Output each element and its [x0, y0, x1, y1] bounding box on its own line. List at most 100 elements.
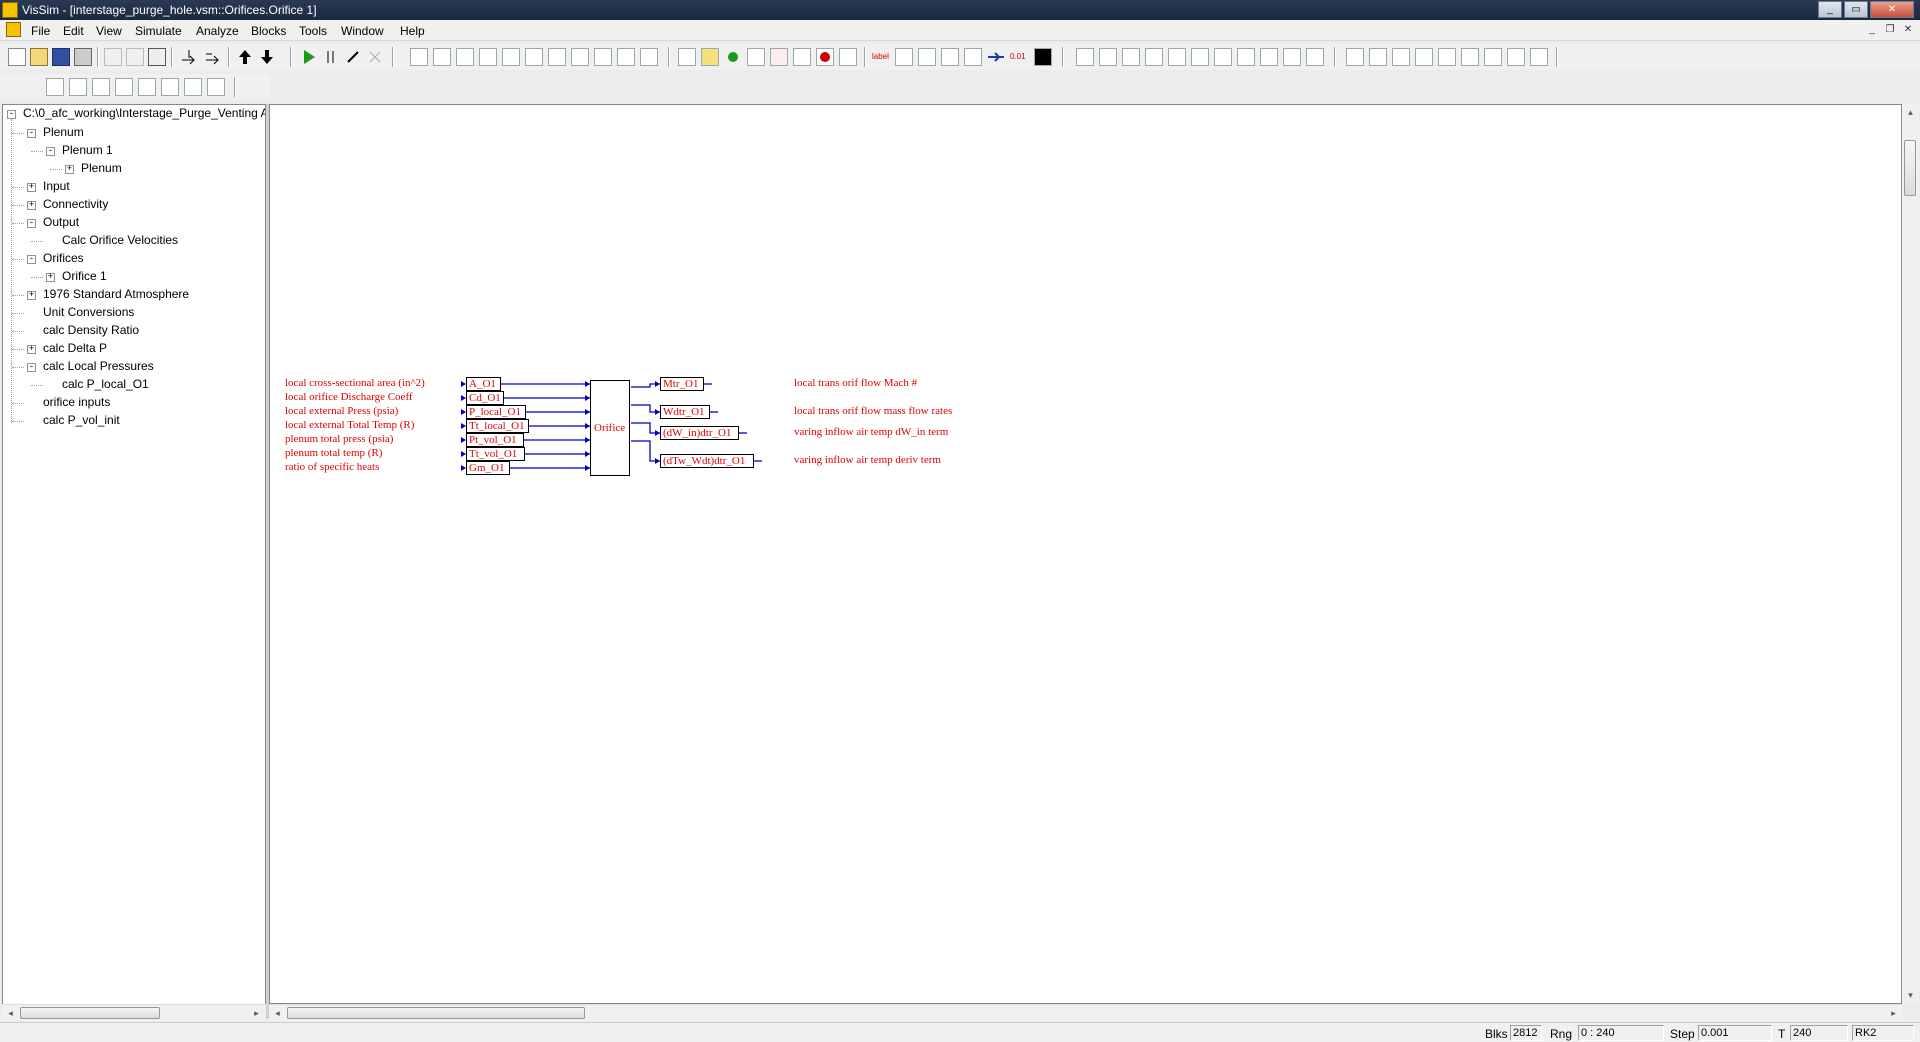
output-variable-block[interactable]: Wdtr_O1 — [660, 405, 710, 419]
tree-root-collapse-icon[interactable]: - — [7, 110, 16, 119]
tree-item[interactable]: Orifice 1 — [62, 269, 107, 287]
tree-item[interactable]: Input — [43, 179, 70, 197]
scroll-left-icon[interactable]: ◂ — [2, 1005, 19, 1022]
tree-expand-icon[interactable]: + — [27, 201, 36, 210]
menu-file[interactable]: File — [31, 24, 50, 38]
menu-tools[interactable]: Tools — [299, 24, 327, 38]
grid-tool-icon[interactable] — [793, 48, 811, 66]
menu-edit[interactable]: Edit — [63, 24, 84, 38]
tree-item[interactable]: calc P_local_O1 — [62, 377, 149, 395]
arith-tool-1-icon[interactable] — [1076, 48, 1094, 66]
matrix-tool-1-icon[interactable] — [46, 78, 64, 96]
input-variable-block[interactable]: Pt_vol_O1 — [466, 433, 524, 447]
arith-tool-5-icon[interactable] — [1168, 48, 1186, 66]
input-comment-label[interactable]: local orifice Discharge Coeff — [285, 391, 413, 403]
wire-tool-icon[interactable] — [987, 48, 1005, 66]
menu-help[interactable]: Help — [400, 24, 425, 38]
matrix-tool-8-icon[interactable] — [207, 78, 225, 96]
output-comment-label[interactable]: varing inflow air temp dW_in term — [794, 426, 948, 438]
scroll-down-icon[interactable]: ▾ — [1902, 987, 1919, 1004]
scroll-up-icon[interactable]: ▴ — [1902, 104, 1919, 121]
output-variable-block[interactable]: Mtr_O1 — [660, 377, 704, 391]
go-up-icon[interactable] — [236, 48, 254, 66]
tree-item[interactable]: calc P_vol_init — [43, 413, 120, 431]
tree-item[interactable]: Unit Conversions — [43, 305, 134, 323]
tree-expand-icon[interactable]: + — [65, 165, 74, 174]
save-icon[interactable] — [52, 48, 70, 66]
orifice-compound-block[interactable]: Orifice — [590, 380, 630, 476]
input-comment-label[interactable]: local external Total Temp (R) — [285, 419, 414, 431]
input-variable-block[interactable]: Gm_O1 — [466, 461, 510, 475]
block-tool-11-icon[interactable] — [640, 48, 658, 66]
run-simulation-icon[interactable] — [300, 48, 318, 66]
wirepos-tool-icon[interactable] — [918, 48, 936, 66]
output-comment-label[interactable]: local trans orif flow mass flow rates — [794, 405, 952, 417]
logic-tool-2-icon[interactable] — [1369, 48, 1387, 66]
mdi-restore-icon[interactable]: ❐ — [1882, 23, 1898, 37]
menu-simulate[interactable]: Simulate — [135, 24, 182, 38]
mdi-close-icon[interactable]: ✕ — [1900, 23, 1916, 37]
menu-view[interactable]: View — [96, 24, 122, 38]
tree-item[interactable]: Plenum 1 — [62, 143, 113, 161]
connect-out-icon[interactable] — [204, 48, 222, 66]
block-tool-3-icon[interactable] — [456, 48, 474, 66]
tree-item[interactable]: calc Delta P — [43, 341, 107, 359]
tree-item[interactable]: Connectivity — [43, 197, 108, 215]
label-tool-icon[interactable]: label — [872, 48, 890, 66]
bar-tool-icon[interactable] — [770, 48, 788, 66]
tree-scroll-thumb[interactable] — [20, 1007, 160, 1019]
tree-item[interactable]: Calc Orifice Velocities — [62, 233, 178, 251]
block-tool-1-icon[interactable] — [410, 48, 428, 66]
continue-icon[interactable] — [366, 48, 384, 66]
logic-tool-8-icon[interactable] — [1507, 48, 1525, 66]
output-comment-label[interactable]: local trans orif flow Mach # — [794, 377, 917, 389]
output-comment-label[interactable]: varing inflow air temp deriv term — [794, 454, 941, 466]
document-icon[interactable] — [6, 22, 21, 37]
tree-horizontal-scrollbar[interactable]: ◂ ▸ — [2, 1004, 266, 1021]
tree-expand-icon[interactable]: + — [46, 273, 55, 282]
menu-analyze[interactable]: Analyze — [196, 24, 239, 38]
maximize-button[interactable]: ▭ — [1844, 1, 1868, 18]
input-comment-label[interactable]: ratio of specific heats — [285, 461, 379, 473]
arith-tool-3-icon[interactable] — [1122, 48, 1140, 66]
tree-item[interactable]: Output — [43, 215, 79, 233]
block-tool-6-icon[interactable] — [525, 48, 543, 66]
block-tool-2-icon[interactable] — [433, 48, 451, 66]
matrix-tool-6-icon[interactable] — [161, 78, 179, 96]
slider-tool-icon[interactable] — [964, 48, 982, 66]
input-comment-label[interactable]: local cross-sectional area (in^2) — [285, 377, 425, 389]
diagram-horizontal-scrollbar[interactable]: ◂ ▸ — [269, 1004, 1902, 1021]
matrix-tool-3-icon[interactable] — [92, 78, 110, 96]
tree-item[interactable]: Plenum — [81, 161, 122, 179]
numeric-display-tool-icon[interactable]: 0.01 — [1010, 48, 1028, 66]
diagram-vscroll-thumb[interactable] — [1904, 140, 1916, 196]
tree-collapse-icon[interactable]: - — [27, 129, 36, 138]
display-tool-icon[interactable] — [839, 48, 857, 66]
minimize-button[interactable]: _ — [1818, 1, 1842, 18]
tree-item[interactable]: orifice inputs — [43, 395, 110, 413]
connect-in-icon[interactable] — [180, 48, 198, 66]
tree-expand-icon[interactable]: + — [27, 291, 36, 300]
pause-icon[interactable] — [322, 48, 340, 66]
input-comment-label[interactable]: plenum total press (psia) — [285, 433, 393, 445]
logic-tool-7-icon[interactable] — [1484, 48, 1502, 66]
scroll-right-icon[interactable]: ▸ — [248, 1005, 265, 1022]
menu-blocks[interactable]: Blocks — [251, 24, 286, 38]
matrix-tool-4-icon[interactable] — [115, 78, 133, 96]
block-tool-5-icon[interactable] — [502, 48, 520, 66]
menu-window[interactable]: Window — [341, 24, 384, 38]
arith-tool-9-icon[interactable] — [1260, 48, 1278, 66]
arith-tool-2-icon[interactable] — [1099, 48, 1117, 66]
diagram-scroll-left-icon[interactable]: ◂ — [269, 1005, 286, 1022]
black-box-tool-icon[interactable] — [1034, 48, 1052, 66]
input-comment-label[interactable]: plenum total temp (R) — [285, 447, 382, 459]
block-tool-9-icon[interactable] — [594, 48, 612, 66]
stripchart-tool-icon[interactable] — [747, 48, 765, 66]
input-variable-block[interactable]: Cd_O1 — [466, 391, 504, 405]
arith-tool-4-icon[interactable] — [1145, 48, 1163, 66]
tree-item[interactable]: calc Density Ratio — [43, 323, 139, 341]
vissim-app-icon[interactable] — [2, 2, 18, 18]
output-variable-block[interactable]: (dW_in)dtr_O1 — [660, 426, 739, 440]
tree-item[interactable]: Plenum — [43, 125, 84, 143]
plot-tool-icon[interactable] — [678, 48, 696, 66]
